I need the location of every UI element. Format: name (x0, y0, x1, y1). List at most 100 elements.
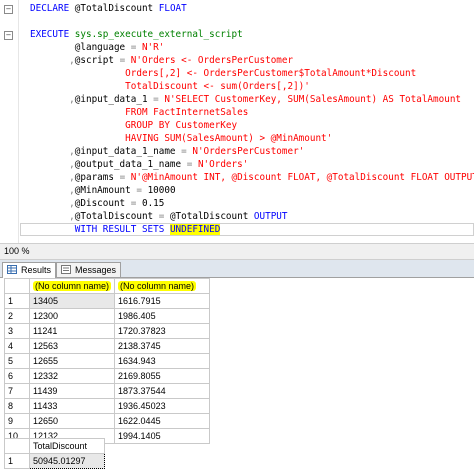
table-cell[interactable]: 1622.0445 (114, 413, 211, 429)
code-text: ,@TotalDiscount = @TotalDiscount OUTPUT (30, 210, 287, 223)
table-row[interactable]: 7 11439 1873.37544 (4, 383, 211, 399)
code-token: @TotalDiscount (74, 3, 159, 14)
table-cell[interactable]: 13405 (28, 293, 116, 309)
table-cell[interactable]: 12655 (28, 353, 116, 369)
tab-results[interactable]: Results (2, 262, 57, 278)
table-cell[interactable]: 50945.01297 (29, 453, 105, 469)
table-row[interactable]: 5 12655 1634.943 (4, 353, 211, 369)
table-row[interactable]: 9 12650 1622.0445 (4, 413, 211, 429)
code-token: N'OrdersPerCustomer' (192, 146, 305, 157)
column-header[interactable]: (No column name) (28, 278, 116, 294)
code-token: @script (74, 55, 120, 66)
code-line: ,@output_data_1_name = N'Orders' (0, 158, 474, 171)
code-token: 0.15 (141, 198, 165, 209)
current-line-highlight (20, 223, 474, 236)
grid-corner[interactable] (4, 438, 30, 454)
table-cell[interactable]: 12332 (28, 368, 116, 384)
row-number[interactable]: 5 (4, 353, 30, 369)
row-number[interactable]: 4 (4, 338, 30, 354)
code-token: Orders[,2] <- OrdersPerCustomer$TotalAmo… (30, 68, 417, 79)
code-token: EXECUTE (30, 29, 75, 40)
table-row[interactable]: 1 13405 1616.7915 (4, 293, 211, 309)
code-token: @language (30, 42, 131, 53)
table-cell[interactable]: 1873.37544 (114, 383, 211, 399)
code-token: , (30, 198, 75, 209)
code-text: ,@input_data_1 = N'SELECT CustomerKey, S… (30, 93, 461, 106)
grid-icon (7, 265, 17, 274)
code-line: ,@input_data_1 = N'SELECT CustomerKey, S… (0, 93, 474, 106)
collapse-toggle-icon[interactable]: − (4, 5, 13, 14)
tab-results-label: Results (21, 265, 52, 275)
table-row[interactable]: 8 11433 1936.45023 (4, 398, 211, 414)
code-line: ,@input_data_1_name = N'OrdersPerCustome… (0, 145, 474, 158)
table-cell[interactable]: 1634.943 (114, 353, 211, 369)
row-number[interactable]: 9 (4, 413, 30, 429)
table-row[interactable]: 4 12563 2138.3745 (4, 338, 211, 354)
table-row[interactable]: 6 12332 2169.8055 (4, 368, 211, 384)
code-line: @language = N'R' (0, 41, 474, 54)
code-text: ,@output_data_1_name = N'Orders' (30, 158, 248, 171)
query-editor[interactable]: DECLARE @TotalDiscount FLOAT EXECUTE sys.… (0, 0, 474, 243)
grid-corner[interactable] (4, 278, 30, 294)
table-cell[interactable]: 2169.8055 (114, 368, 211, 384)
row-number[interactable]: 6 (4, 368, 30, 384)
results-grid-2[interactable]: TotalDiscount 1 50945.01297 (4, 438, 105, 469)
collapse-toggle-icon[interactable]: − (4, 31, 13, 40)
code-token: , (30, 55, 75, 66)
code-line: GROUP BY CustomerKey (0, 119, 474, 132)
code-line: DECLARE @TotalDiscount FLOAT (0, 2, 474, 15)
code-text: ,@script = N'Orders <- OrdersPerCustomer (30, 54, 293, 67)
table-cell[interactable]: 1720.37823 (114, 323, 211, 339)
code-token: = (158, 211, 170, 222)
row-number[interactable]: 3 (4, 323, 30, 339)
messages-icon (61, 265, 71, 274)
table-cell[interactable]: 11439 (28, 383, 116, 399)
results-grid-1[interactable]: (No column name) (No column name) 1 13405… (4, 278, 211, 444)
code-token: , (30, 94, 75, 105)
tab-messages-label: Messages (75, 265, 117, 275)
row-number[interactable]: 7 (4, 383, 30, 399)
code-text: GROUP BY CustomerKey (30, 119, 237, 132)
code-line: Orders[,2] <- OrdersPerCustomer$TotalAmo… (0, 67, 474, 80)
code-token: N'Orders' (197, 159, 249, 170)
row-number[interactable]: 8 (4, 398, 30, 414)
tab-messages[interactable]: Messages (56, 262, 122, 277)
code-token: , (30, 172, 75, 183)
code-token: , (30, 185, 75, 196)
code-line: HAVING SUM(SalesAmount) > @MinAmount' (0, 132, 474, 145)
table-row[interactable]: 2 12300 1986.405 (4, 308, 211, 324)
code-text: ,@Discount = 0.15 (30, 197, 164, 210)
table-cell[interactable]: 2138.3745 (114, 338, 211, 354)
row-number[interactable]: 1 (4, 453, 30, 469)
code-text: ,@input_data_1_name = N'OrdersPerCustome… (30, 145, 304, 158)
code-text: FROM FactInternetSales (30, 106, 248, 119)
table-cell[interactable]: 11433 (28, 398, 116, 414)
code-token: @params (74, 172, 120, 183)
table-cell[interactable]: 11241 (28, 323, 116, 339)
code-text: DECLARE @TotalDiscount FLOAT (30, 2, 187, 15)
table-row[interactable]: 1 50945.01297 (4, 453, 105, 469)
table-cell[interactable]: 12300 (28, 308, 116, 324)
table-row[interactable]: 3 11241 1720.37823 (4, 323, 211, 339)
column-header[interactable]: TotalDiscount (29, 438, 105, 454)
table-cell[interactable]: 1616.7915 (114, 293, 211, 309)
table-cell[interactable]: 12563 (28, 338, 116, 354)
table-cell[interactable]: 1936.45023 (114, 398, 211, 414)
code-text: @language = N'R' (30, 41, 165, 54)
code-text: TotalDiscount <- sum(Orders[,2])' (30, 80, 310, 93)
code-token: = (153, 94, 165, 105)
code-token: sys.sp_execute_external_script (74, 29, 243, 40)
code-token: @output_data_1_name (74, 159, 187, 170)
table-cell[interactable]: 1994.1405 (114, 428, 211, 444)
column-header[interactable]: (No column name) (114, 278, 211, 294)
table-cell[interactable]: 12650 (28, 413, 116, 429)
results-tabs: Results Messages (0, 260, 474, 278)
code-token: = (119, 172, 131, 183)
table-cell[interactable]: 1986.405 (114, 308, 211, 324)
zoom-level[interactable]: 100 % (4, 246, 30, 256)
row-number[interactable]: 1 (4, 293, 30, 309)
row-number[interactable]: 2 (4, 308, 30, 324)
code-token: = (181, 146, 193, 157)
code-token: @TotalDiscount (74, 211, 159, 222)
